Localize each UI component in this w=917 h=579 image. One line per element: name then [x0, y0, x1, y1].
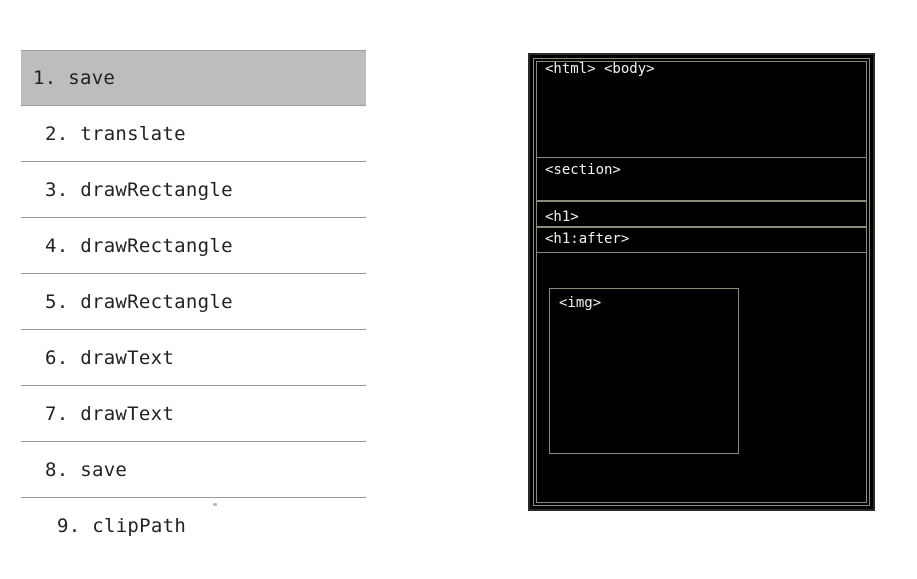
h1-after-label: <h1:after>	[545, 231, 630, 247]
op-item-draw-rectangle[interactable]: 3. drawRectangle	[21, 162, 366, 218]
op-label: 4. drawRectangle	[45, 234, 233, 257]
op-item-draw-text[interactable]: 6. drawText	[21, 330, 366, 386]
op-label: 5. drawRectangle	[45, 290, 233, 313]
op-label: 1. save	[33, 67, 116, 89]
op-item-translate[interactable]: 2. translate	[21, 106, 366, 162]
op-label: 8. save	[45, 458, 128, 481]
paint-op-list: 1. save 2. translate 3. drawRectangle 4.…	[21, 50, 366, 554]
op-item-draw-rectangle[interactable]: 5. drawRectangle	[21, 274, 366, 330]
op-label: 2. translate	[45, 122, 186, 145]
op-label: 9. clipPath	[57, 515, 187, 537]
img-box	[549, 288, 739, 454]
html-body-label: <html> <body>	[545, 61, 655, 77]
op-label: 6. drawText	[45, 346, 175, 369]
mouse-cursor-mark	[213, 503, 217, 506]
op-item-save-highlighted[interactable]: 1. save	[21, 50, 366, 106]
op-item-clip-path[interactable]: 9. clipPath	[21, 498, 366, 554]
h1-box	[536, 201, 867, 227]
op-item-draw-rectangle[interactable]: 4. drawRectangle	[21, 218, 366, 274]
img-label: <img>	[559, 295, 602, 311]
h1-label: <h1>	[545, 209, 579, 225]
section-label: <section>	[545, 162, 621, 178]
op-label: 3. drawRectangle	[45, 178, 233, 201]
layer-diagram: <html> <body> <section> <h1> <h1:after> …	[528, 53, 875, 511]
op-label: 7. drawText	[45, 402, 175, 425]
op-item-save[interactable]: 8. save	[21, 442, 366, 498]
op-item-draw-text[interactable]: 7. drawText	[21, 386, 366, 442]
